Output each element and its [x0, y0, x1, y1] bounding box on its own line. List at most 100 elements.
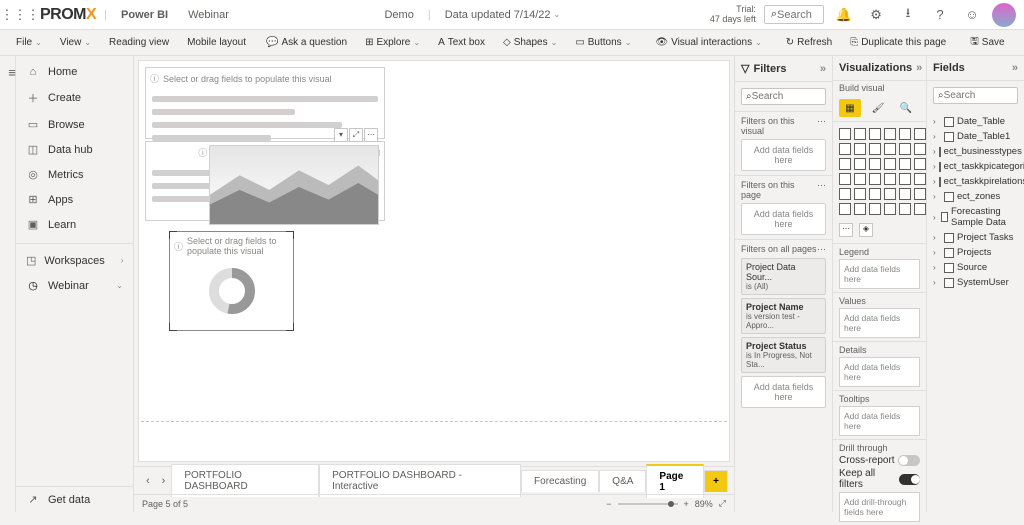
fields-search[interactable]: ⌕ [933, 87, 1018, 104]
viz-type-icon[interactable] [869, 143, 881, 155]
viz-type-icon[interactable] [854, 128, 866, 140]
field-table[interactable]: ›Source [929, 260, 1022, 275]
zoom-out-icon[interactable]: − [606, 499, 611, 509]
duplicate-page-button[interactable]: ⎘ Duplicate this page [842, 33, 954, 52]
page-tab-2[interactable]: Forecasting [521, 470, 599, 492]
field-table[interactable]: ›ect_zones [929, 189, 1022, 204]
page-tab-3[interactable]: Q&A [599, 470, 646, 492]
field-table[interactable]: ›ect_taskkpirelationship [929, 174, 1022, 189]
viz-type-icon[interactable] [884, 203, 896, 215]
viz-get-icon[interactable]: ◈ [859, 223, 873, 237]
filter-chip[interactable]: Project Statusis In Progress, Not Sta... [741, 337, 826, 373]
visual-area-chart[interactable]: ▾⤢⋯ [209, 145, 379, 225]
viz-type-icon[interactable] [914, 128, 926, 140]
viz-type-icon[interactable] [854, 158, 866, 170]
nav-metrics[interactable]: ◎Metrics [16, 162, 133, 187]
viz-type-icon[interactable] [869, 128, 881, 140]
field-table[interactable]: ›Projects [929, 245, 1022, 260]
page-tab-4[interactable]: Page 1 [646, 464, 704, 498]
ask-question-button[interactable]: 💬 Ask a question [258, 33, 355, 52]
viz-type-icon[interactable] [869, 158, 881, 170]
details-well[interactable]: Add data fields here [839, 357, 920, 387]
viz-type-icon[interactable] [914, 158, 926, 170]
filter-chip[interactable]: Project Nameis version test - Appro... [741, 298, 826, 334]
viz-type-icon[interactable] [899, 173, 911, 185]
feedback-icon[interactable]: ☺ [960, 3, 984, 27]
page-tab-0[interactable]: PORTFOLIO DASHBOARD [171, 464, 319, 497]
viz-type-icon[interactable] [869, 188, 881, 200]
refresh-button[interactable]: ↻ Refresh [778, 33, 840, 52]
viz-type-icon[interactable] [869, 203, 881, 215]
viz-type-icon[interactable] [839, 158, 851, 170]
viz-type-icon[interactable] [914, 188, 926, 200]
tabs-prev[interactable]: ‹ [140, 471, 156, 491]
field-table[interactable]: ›Date_Table [929, 114, 1022, 129]
pin-button[interactable]: 📌 Pin to a dashboard [1021, 33, 1024, 52]
settings-icon[interactable]: ⚙ [864, 3, 888, 27]
nav-apps[interactable]: ⊞Apps [16, 187, 133, 212]
field-table[interactable]: ›SystemUser [929, 275, 1022, 290]
field-table[interactable]: ›ect_taskkpicategories [929, 159, 1022, 174]
page-tab-1[interactable]: PORTFOLIO DASHBOARD - Interactive [319, 464, 521, 497]
viz-type-icon[interactable] [899, 188, 911, 200]
focus-icon[interactable]: ⤢ [349, 128, 363, 142]
viz-type-icon[interactable] [854, 173, 866, 185]
mobile-layout-button[interactable]: Mobile layout [179, 33, 254, 52]
viz-type-icon[interactable] [899, 203, 911, 215]
tabs-next[interactable]: › [156, 471, 172, 491]
nav-browse[interactable]: ▭Browse [16, 112, 133, 137]
explore-button[interactable]: ⊞ Explore ⌄ [357, 33, 428, 52]
viz-type-icon[interactable] [914, 203, 926, 215]
tooltips-well[interactable]: Add data fields here [839, 406, 920, 436]
collapse-icon[interactable]: » [820, 63, 826, 75]
help-icon[interactable]: ? [928, 3, 952, 27]
filter-well-visual[interactable]: Add data fields here [741, 139, 826, 171]
viz-type-icon[interactable] [914, 173, 926, 185]
collapse-icon[interactable]: » [1012, 62, 1018, 74]
data-updated-button[interactable]: Data updated 7/14/22 ⌄ [439, 5, 567, 25]
viz-type-icon[interactable] [854, 203, 866, 215]
nav-home[interactable]: ⌂Home [16, 60, 133, 84]
zoom-control[interactable]: − + 89% ⤢ [606, 498, 726, 509]
visual-donut-selected[interactable]: ⓘSelect or drag fields to populate this … [169, 231, 294, 331]
cross-report-toggle[interactable] [898, 455, 920, 466]
save-button[interactable]: 🖫 Save [962, 30, 1012, 55]
viz-type-icon[interactable] [839, 203, 851, 215]
viz-type-icon[interactable] [839, 143, 851, 155]
viz-type-icon[interactable] [884, 128, 896, 140]
legend-well[interactable]: Add data fields here [839, 259, 920, 289]
keep-filters-toggle[interactable] [899, 474, 920, 485]
download-icon[interactable]: ⭳ [896, 3, 920, 27]
filter-well-page[interactable]: Add data fields here [741, 203, 826, 235]
viz-tab-analytics[interactable]: 🔍 [895, 99, 917, 117]
file-menu[interactable]: File ⌄ [8, 33, 50, 52]
viz-type-icon[interactable] [884, 188, 896, 200]
nav-learn[interactable]: ▣Learn [16, 212, 133, 237]
viz-tab-format[interactable]: 🖌 [867, 99, 889, 117]
more-icon[interactable]: ⋯ [364, 128, 378, 142]
app-launcher-icon[interactable]: ⋮⋮⋮ [8, 3, 32, 27]
collapse-icon[interactable]: » [916, 62, 922, 74]
viz-type-icon[interactable] [839, 128, 851, 140]
viz-type-icon[interactable] [914, 143, 926, 155]
field-table[interactable]: ›Date_Table1 [929, 129, 1022, 144]
viz-type-icon[interactable] [854, 143, 866, 155]
avatar[interactable] [992, 3, 1016, 27]
report-canvas[interactable]: ⓘSelect or drag fields to populate this … [138, 60, 730, 462]
fit-icon[interactable]: ⤢ [719, 498, 726, 509]
filter-icon[interactable]: ▾ [334, 128, 348, 142]
zoom-in-icon[interactable]: + [684, 499, 689, 509]
zoom-slider[interactable] [618, 503, 678, 505]
viz-more-icon[interactable]: ⋯ [839, 223, 853, 237]
visual-interactions-button[interactable]: 👁 Visual interactions ⌄ [647, 33, 769, 52]
buttons-button[interactable]: ▭ Buttons ⌄ [567, 33, 639, 52]
add-page-button[interactable]: + [704, 470, 728, 492]
values-well[interactable]: Add data fields here [839, 308, 920, 338]
nav-workspaces[interactable]: ◳Workspaces› [16, 248, 133, 273]
viz-type-icon[interactable] [884, 143, 896, 155]
filters-search[interactable]: ⌕ [741, 88, 826, 105]
field-table[interactable]: ›Forecasting Sample Data [929, 204, 1022, 230]
global-search[interactable]: ⌕ [764, 5, 824, 24]
viz-type-icon[interactable] [899, 158, 911, 170]
nav-getdata[interactable]: ↗Get data [16, 487, 133, 512]
